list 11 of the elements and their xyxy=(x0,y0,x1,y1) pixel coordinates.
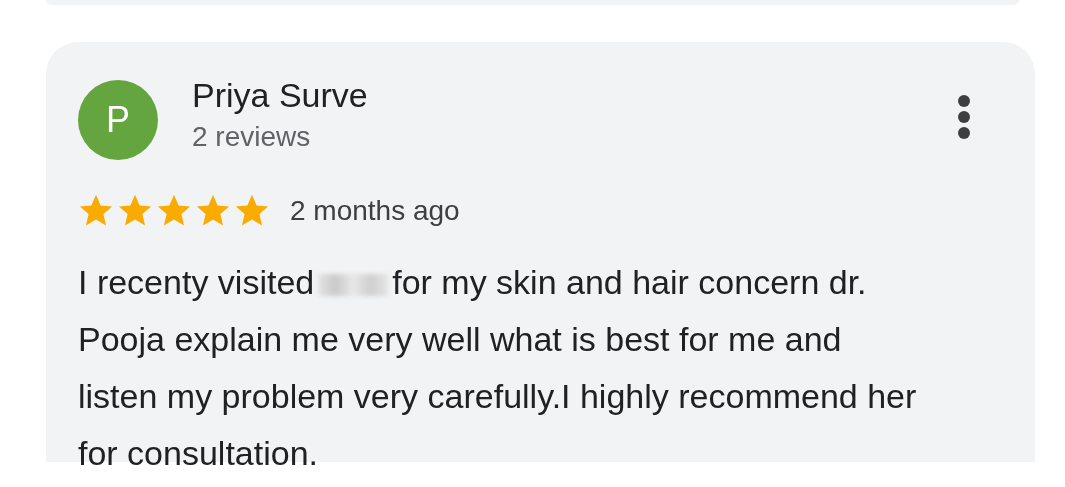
more-options-icon[interactable] xyxy=(957,94,971,140)
star-icon xyxy=(234,194,270,228)
review-count: 2 reviews xyxy=(192,121,311,153)
review-text: I recenty visited for my skin and hair concern dr. Pooja explain me very well what is best for me and listen my problem very carefully.I highly recommend her for consultation. xyxy=(78,262,918,474)
review-time: 2 months ago xyxy=(290,195,460,227)
star-icon xyxy=(195,194,231,228)
star-icon xyxy=(156,194,192,228)
star-icon xyxy=(117,194,153,228)
avatar: P xyxy=(78,80,158,160)
star-icon xyxy=(78,194,114,228)
author-name[interactable]: Priya Surve xyxy=(192,76,368,115)
